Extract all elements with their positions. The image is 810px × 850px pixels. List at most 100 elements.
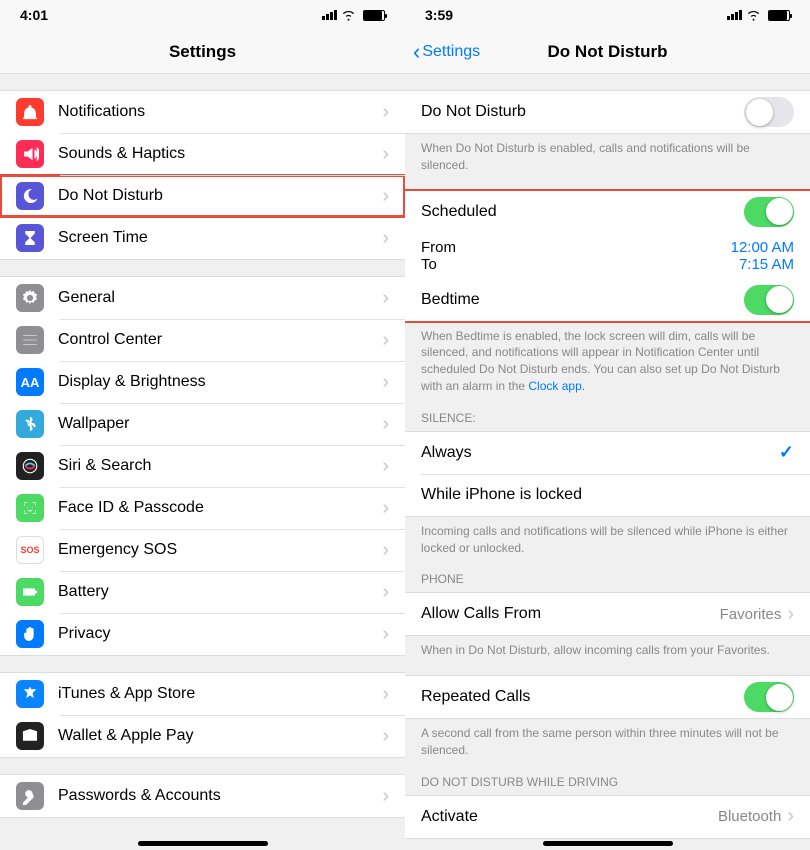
moon-icon	[16, 182, 44, 210]
battery-icon	[363, 10, 385, 21]
key-icon	[16, 782, 44, 810]
scheduled-toggle-row[interactable]: Scheduled	[405, 191, 810, 233]
settings-row-display-brightness[interactable]: AADisplay & Brightness›	[0, 361, 405, 403]
silence-always-row[interactable]: Always ✓	[405, 432, 810, 474]
allow-calls-footer: When in Do Not Disturb, allow incoming c…	[405, 636, 810, 659]
activate-label: Activate	[421, 808, 718, 826]
silence-header: SILENCE:	[405, 395, 810, 431]
settings-row-face-id-passcode[interactable]: Face ID & Passcode›	[0, 487, 405, 529]
faceid-icon	[16, 494, 44, 522]
sos-icon: SOS	[16, 536, 44, 564]
home-indicator[interactable]	[543, 841, 673, 846]
chevron-right-icon: ›	[382, 287, 389, 310]
status-time: 4:01	[20, 7, 48, 23]
flower-icon	[16, 410, 44, 438]
allow-calls-value: Favorites	[720, 606, 782, 623]
chevron-right-icon: ›	[382, 785, 389, 808]
dnd-footer: When Do Not Disturb is enabled, calls an…	[405, 134, 810, 174]
repeated-toggle[interactable]	[744, 682, 794, 712]
siri-icon	[16, 452, 44, 480]
check-icon: ✓	[779, 442, 794, 463]
status-bar: 4:01	[0, 0, 405, 30]
activate-value: Bluetooth	[718, 808, 781, 825]
chevron-right-icon: ›	[787, 805, 794, 828]
sounds-icon	[16, 140, 44, 168]
scheduled-toggle[interactable]	[744, 197, 794, 227]
settings-row-battery[interactable]: Battery›	[0, 571, 405, 613]
dnd-toggle[interactable]	[744, 97, 794, 127]
scheduled-section: Scheduled From 12:00 AM To 7:15 AM Bedti…	[405, 190, 810, 322]
activate-row[interactable]: Activate Bluetooth ›	[405, 796, 810, 838]
scheduled-label: Scheduled	[421, 203, 744, 221]
from-value: 12:00 AM	[731, 239, 794, 256]
signal-icon	[322, 10, 337, 20]
row-label: Face ID & Passcode	[58, 499, 382, 517]
settings-row-emergency-sos[interactable]: SOSEmergency SOS›	[0, 529, 405, 571]
row-label: Do Not Disturb	[58, 187, 382, 205]
gear-icon	[16, 284, 44, 312]
chevron-right-icon: ›	[382, 455, 389, 478]
bedtime-footer: When Bedtime is enabled, the lock screen…	[405, 322, 810, 395]
back-button[interactable]: ‹ Settings	[413, 39, 480, 65]
row-label: Emergency SOS	[58, 541, 382, 559]
chevron-right-icon: ›	[382, 725, 389, 748]
settings-row-itunes-app-store[interactable]: iTunes & App Store›	[0, 673, 405, 715]
settings-list[interactable]: Notifications›Sounds & Haptics›Do Not Di…	[0, 90, 405, 818]
notif-icon	[16, 98, 44, 126]
allow-calls-row[interactable]: Allow Calls From Favorites ›	[405, 593, 810, 635]
settings-row-sounds-haptics[interactable]: Sounds & Haptics›	[0, 133, 405, 175]
battery-icon	[768, 10, 790, 21]
clock-app-link[interactable]: Clock app.	[528, 379, 585, 393]
repeated-calls-row[interactable]: Repeated Calls	[405, 676, 810, 718]
settings-row-wallpaper[interactable]: Wallpaper›	[0, 403, 405, 445]
home-indicator[interactable]	[138, 841, 268, 846]
bedtime-label: Bedtime	[421, 291, 744, 309]
settings-row-notifications[interactable]: Notifications›	[0, 91, 405, 133]
settings-row-control-center[interactable]: Control Center›	[0, 319, 405, 361]
row-label: Notifications	[58, 103, 382, 121]
to-label: To	[421, 256, 437, 273]
nav-bar: Settings	[0, 30, 405, 74]
chevron-right-icon: ›	[382, 185, 389, 208]
to-value: 7:15 AM	[739, 256, 794, 273]
silence-footer: Incoming calls and notifications will be…	[405, 517, 810, 557]
settings-row-wallet-apple-pay[interactable]: Wallet & Apple Pay›	[0, 715, 405, 757]
row-label: Passwords & Accounts	[58, 787, 382, 805]
nav-bar: ‹ Settings Do Not Disturb	[405, 30, 810, 74]
phone-header: PHONE	[405, 556, 810, 592]
hourglass-icon	[16, 224, 44, 252]
silence-locked-row[interactable]: While iPhone is locked	[405, 474, 810, 516]
row-label: Display & Brightness	[58, 373, 382, 391]
bedtime-toggle[interactable]	[744, 285, 794, 315]
row-label: iTunes & App Store	[58, 685, 382, 703]
schedule-times-row[interactable]: From 12:00 AM To 7:15 AM	[405, 233, 810, 279]
chevron-right-icon: ›	[382, 497, 389, 520]
settings-row-general[interactable]: General›	[0, 277, 405, 319]
battery-icon	[16, 578, 44, 606]
wifi-icon	[746, 9, 761, 21]
dnd-toggle-row[interactable]: Do Not Disturb	[405, 91, 810, 133]
row-label: General	[58, 289, 382, 307]
chevron-right-icon: ›	[382, 371, 389, 394]
repeated-footer: A second call from the same person withi…	[405, 719, 810, 759]
chevron-right-icon: ›	[382, 623, 389, 646]
settings-row-screen-time[interactable]: Screen Time›	[0, 217, 405, 259]
chevron-right-icon: ›	[787, 603, 794, 626]
settings-row-siri-search[interactable]: Siri & Search›	[0, 445, 405, 487]
settings-row-passwords-accounts[interactable]: Passwords & Accounts›	[0, 775, 405, 817]
page-title: Do Not Disturb	[548, 42, 668, 62]
chevron-right-icon: ›	[382, 143, 389, 166]
chevron-right-icon: ›	[382, 581, 389, 604]
appstore-icon	[16, 680, 44, 708]
signal-icon	[727, 10, 742, 20]
settings-row-do-not-disturb[interactable]: Do Not Disturb›	[0, 175, 405, 217]
switches-icon	[16, 326, 44, 354]
always-label: Always	[421, 444, 779, 462]
chevron-right-icon: ›	[382, 683, 389, 706]
repeated-label: Repeated Calls	[421, 688, 744, 706]
dnd-screen: 3:59 ‹ Settings Do Not Disturb Do Not Di…	[405, 0, 810, 850]
settings-row-privacy[interactable]: Privacy›	[0, 613, 405, 655]
bedtime-toggle-row[interactable]: Bedtime	[405, 279, 810, 321]
page-title: Settings	[169, 42, 236, 62]
status-icons	[727, 9, 790, 21]
